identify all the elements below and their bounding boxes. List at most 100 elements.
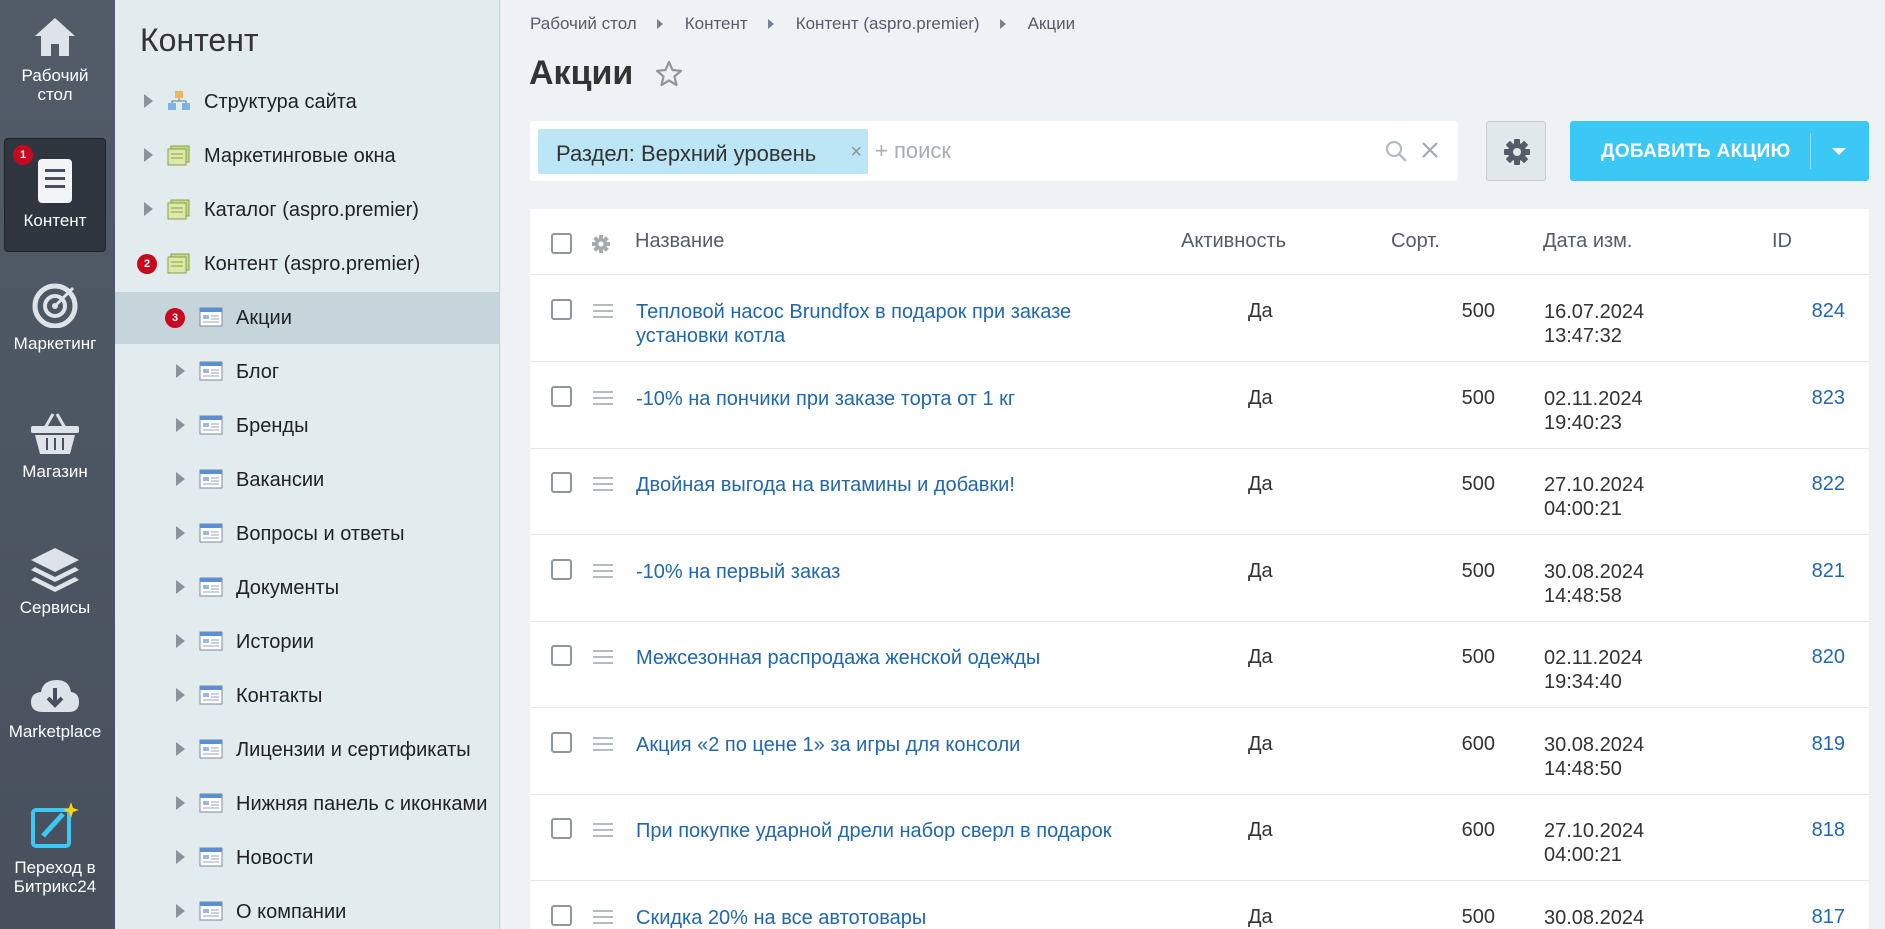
breadcrumb-item[interactable]: Рабочий стол bbox=[530, 14, 637, 34]
tree-item[interactable]: Контакты bbox=[115, 670, 499, 722]
drag-handle-icon[interactable] bbox=[593, 650, 613, 668]
tree-item[interactable]: Вопросы и ответы bbox=[115, 508, 499, 560]
column-header-date[interactable]: Дата изм. bbox=[1543, 230, 1633, 253]
notification-badge: 1 bbox=[13, 145, 33, 165]
tree-item[interactable]: Структура сайта bbox=[115, 76, 499, 128]
drag-handle-icon[interactable] bbox=[593, 909, 613, 928]
tree-item[interactable]: Вакансии bbox=[115, 454, 499, 506]
column-header-sort[interactable]: Сорт. bbox=[1391, 230, 1440, 253]
gear-icon[interactable] bbox=[590, 233, 612, 255]
tree-item[interactable]: Блог bbox=[115, 346, 499, 398]
row-checkbox[interactable] bbox=[551, 558, 572, 580]
expand-arrow-icon[interactable] bbox=[176, 742, 185, 756]
row-id-link[interactable]: 823 bbox=[1730, 387, 1845, 410]
row-checkbox[interactable] bbox=[551, 818, 572, 839]
row-name-link[interactable]: При покупке ударной дрели набор сверл в … bbox=[636, 819, 1116, 843]
drag-handle-icon[interactable] bbox=[593, 823, 613, 841]
rail-item-content[interactable]: 1 Контент bbox=[4, 138, 106, 252]
row-name-link[interactable]: -10% на первый заказ bbox=[636, 560, 1116, 584]
drag-handle-icon[interactable] bbox=[593, 563, 613, 582]
row-name-link[interactable]: Межсезонная распродажа женской одежды bbox=[636, 646, 1116, 670]
breadcrumb-item[interactable]: Контент bbox=[685, 14, 748, 34]
row-id-link[interactable]: 819 bbox=[1730, 733, 1845, 756]
tree-item[interactable]: Каталог (aspro.premier) bbox=[115, 184, 499, 236]
star-icon[interactable] bbox=[655, 60, 683, 88]
row-checkbox[interactable] bbox=[551, 731, 572, 753]
table-row[interactable]: Скидка 20% на все автотовары Да 500 30.08.2… bbox=[530, 882, 1869, 929]
expand-arrow-icon[interactable] bbox=[176, 634, 185, 648]
row-name-link[interactable]: -10% на пончики при заказе торта от 1 кг bbox=[636, 387, 1116, 411]
row-id-link[interactable]: 818 bbox=[1730, 819, 1845, 842]
column-header-id[interactable]: ID bbox=[1772, 230, 1792, 253]
search-input[interactable] bbox=[875, 133, 1335, 169]
row-checkbox[interactable] bbox=[551, 904, 572, 926]
row-name-link[interactable]: Двойная выгода на витамины и добавки! bbox=[636, 473, 1116, 497]
expand-arrow-icon[interactable] bbox=[176, 472, 185, 486]
tree-item[interactable]: Лицензии и сертификаты bbox=[115, 724, 499, 776]
select-all-checkbox[interactable] bbox=[551, 233, 572, 254]
row-id-link[interactable]: 817 bbox=[1730, 906, 1845, 929]
row-id-link[interactable]: 824 bbox=[1730, 300, 1845, 323]
row-checkbox[interactable] bbox=[551, 472, 572, 493]
row-checkbox[interactable] bbox=[551, 385, 572, 407]
row-id-link[interactable]: 821 bbox=[1730, 560, 1845, 583]
column-header-name[interactable]: Название bbox=[635, 230, 724, 253]
filter-tag[interactable]: Раздел: Верхний уровень × bbox=[538, 129, 868, 174]
expand-arrow-icon[interactable] bbox=[176, 418, 185, 432]
row-name-link[interactable]: Скидка 20% на все автотовары bbox=[636, 906, 1116, 929]
row-id-link[interactable]: 820 bbox=[1730, 646, 1845, 669]
drag-handle-icon[interactable] bbox=[593, 477, 613, 495]
row-name-link[interactable]: Тепловой насос Brundfox в подарок при за… bbox=[636, 300, 1116, 348]
close-icon[interactable]: × bbox=[850, 141, 862, 164]
filter-search-bar[interactable]: Раздел: Верхний уровень × bbox=[530, 121, 1458, 181]
breadcrumb-item[interactable]: Контент (aspro.premier) bbox=[796, 14, 980, 34]
table-row[interactable]: При покупке ударной дрели набор сверл в … bbox=[530, 795, 1869, 881]
rail-item-shop[interactable]: Магазин bbox=[4, 410, 106, 490]
expand-arrow-icon[interactable] bbox=[176, 796, 185, 810]
tree-item[interactable]: Истории bbox=[115, 616, 499, 668]
drag-handle-icon[interactable] bbox=[593, 736, 613, 755]
rail-item-desktop[interactable]: Рабочий стол bbox=[4, 14, 106, 124]
tree-item[interactable]: Документы bbox=[115, 562, 499, 614]
expand-arrow-icon[interactable] bbox=[176, 688, 185, 702]
rail-item-marketing[interactable]: Маркетинг bbox=[4, 282, 106, 362]
table-row[interactable]: Межсезонная распродажа женской одежды Да 5… bbox=[530, 622, 1869, 708]
expand-arrow-icon[interactable] bbox=[176, 580, 185, 594]
row-checkbox[interactable] bbox=[551, 645, 572, 666]
add-promotion-button[interactable]: ДОБАВИТЬ АКЦИЮ bbox=[1570, 121, 1869, 181]
row-name-link[interactable]: Акция «2 по цене 1» за игры для консоли bbox=[636, 733, 1116, 757]
table-row[interactable]: -10% на пончики при заказе торта от 1 кг… bbox=[530, 363, 1869, 449]
tree-item[interactable]: Нижняя панель с иконками bbox=[115, 778, 499, 830]
tree-item[interactable]: О компании bbox=[115, 886, 499, 929]
tree-item[interactable]: Маркетинговые окна bbox=[115, 130, 499, 182]
expand-arrow-icon[interactable] bbox=[144, 202, 153, 216]
tree-item[interactable]: 3 Акции bbox=[115, 292, 499, 344]
table-row[interactable]: -10% на первый заказ Да 500 30.08.2024 14:4… bbox=[530, 536, 1869, 622]
row-checkbox[interactable] bbox=[551, 299, 572, 320]
tree-item[interactable]: Новости bbox=[115, 832, 499, 884]
expand-arrow-icon[interactable] bbox=[144, 148, 153, 162]
expand-arrow-icon[interactable] bbox=[176, 904, 185, 918]
rail-item-services[interactable]: Сервисы bbox=[4, 546, 106, 626]
expand-arrow-icon[interactable] bbox=[176, 526, 185, 540]
search-icon[interactable] bbox=[1384, 139, 1408, 163]
rail-item-bitrix24[interactable]: Переход в Битрикс24 bbox=[4, 800, 106, 900]
rail-item-marketplace[interactable]: Marketplace bbox=[4, 676, 106, 756]
chevron-down-icon[interactable] bbox=[1832, 148, 1846, 155]
tree-item[interactable]: Бренды bbox=[115, 400, 499, 452]
clear-icon[interactable] bbox=[1420, 140, 1440, 160]
expand-arrow-icon[interactable] bbox=[144, 94, 153, 108]
column-header-active[interactable]: Активность bbox=[1181, 230, 1286, 253]
drag-handle-icon[interactable] bbox=[593, 390, 613, 409]
table-row[interactable]: Акция «2 по цене 1» за игры для консоли Д… bbox=[530, 709, 1869, 795]
table-row[interactable]: Двойная выгода на витамины и добавки! Да 5… bbox=[530, 449, 1869, 535]
expand-arrow-icon[interactable] bbox=[176, 364, 185, 378]
expand-arrow-icon[interactable] bbox=[176, 850, 185, 864]
settings-button[interactable] bbox=[1486, 121, 1546, 181]
tree-item[interactable]: 2 Контент (aspro.premier) bbox=[115, 238, 499, 290]
table-row[interactable]: Тепловой насос Brundfox в подарок при за… bbox=[530, 276, 1869, 362]
row-sort: 500 bbox=[1461, 300, 1495, 322]
drag-handle-icon[interactable] bbox=[593, 304, 613, 322]
row-id-link[interactable]: 822 bbox=[1730, 473, 1845, 496]
breadcrumb-item[interactable]: Акции bbox=[1028, 14, 1076, 34]
